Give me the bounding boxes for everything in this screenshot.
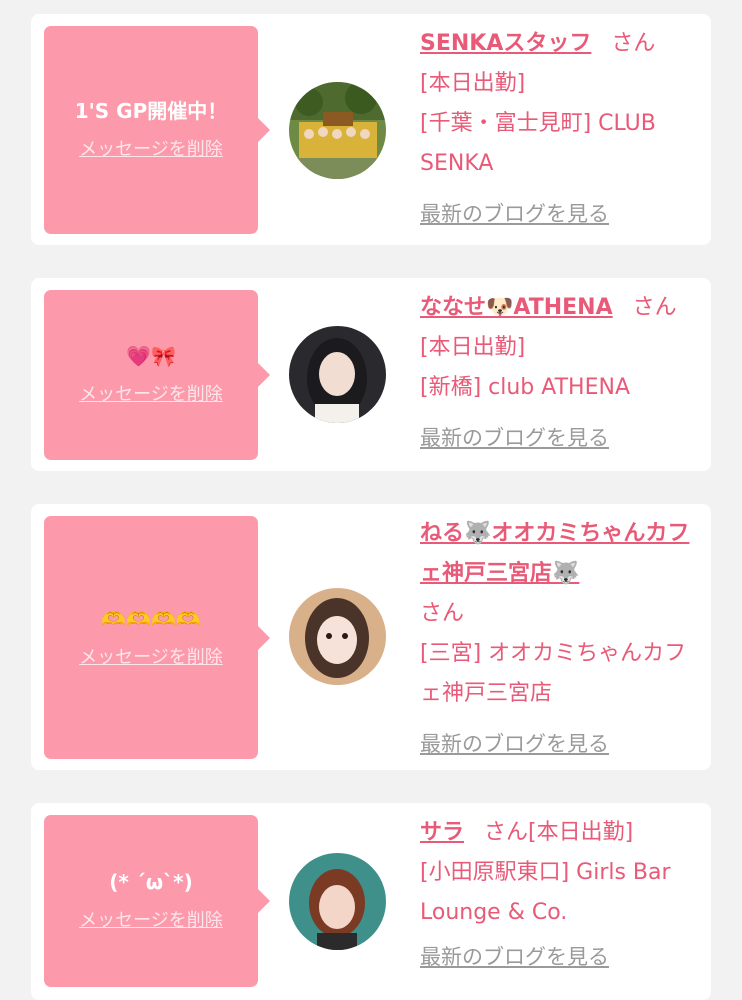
avatar[interactable] [289, 82, 386, 179]
cast-info: ななせ🐶ATHENA さん [本日出勤] [新橋] club ATHENA 最新のブ… [420, 288, 705, 459]
avatar[interactable] [289, 853, 386, 950]
cast-info: SENKAスタッフ さん [本日出勤] [千葉・富士見町] CLUB SENKA … [420, 24, 705, 235]
shop-location: [千葉・富士見町] CLUB SENKA [420, 111, 656, 176]
message-bubble: 💗🎀 メッセージを削除 [44, 290, 270, 460]
attendance-status: [本日出勤] [528, 820, 634, 845]
cast-name-link[interactable]: SENKAスタッフ [420, 31, 591, 56]
message-bubble: 🫶🫶🫶🫶 メッセージを削除 [44, 516, 270, 759]
honorific: さん [632, 295, 677, 320]
attendance-status: [本日出勤] [420, 71, 526, 96]
message-text: 🫶🫶🫶🫶 [101, 606, 201, 631]
attendance-status: [本日出勤] [420, 335, 526, 360]
delete-message-link[interactable]: メッセージを削除 [79, 906, 223, 932]
message-card: 1'S GP開催中！ メッセージを削除 SENKAスタッフ さん [本日出勤] [… [31, 14, 711, 245]
message-bubble: 1'S GP開催中！ メッセージを削除 [44, 26, 270, 234]
avatar[interactable] [289, 588, 386, 685]
profile-photo-avatar-image [289, 326, 386, 423]
latest-blog-link[interactable]: 最新のブログを見る [420, 937, 609, 977]
cast-name-link[interactable]: サラ [420, 820, 464, 845]
latest-blog-link[interactable]: 最新のブログを見る [420, 724, 609, 764]
message-text: (* ´ω`*) [109, 870, 193, 894]
honorific: さん [420, 601, 465, 626]
delete-message-link[interactable]: メッセージを削除 [79, 643, 223, 669]
profile-photo-avatar-image [289, 588, 386, 685]
message-card: 🫶🫶🫶🫶 メッセージを削除 ねる🐺オオカミちゃんカフェ神戸三宮店🐺 さん [三宮… [31, 504, 711, 770]
honorific: さん [484, 820, 529, 845]
latest-blog-link[interactable]: 最新のブログを見る [420, 418, 609, 458]
message-card: 💗🎀 メッセージを削除 ななせ🐶ATHENA さん [本日出勤] [新橋] club… [31, 278, 711, 471]
profile-photo-avatar-image [289, 853, 386, 950]
honorific: さん [611, 31, 656, 56]
cast-name-link[interactable]: ななせ🐶ATHENA [420, 295, 613, 320]
cast-name-link[interactable]: ねる🐺オオカミちゃんカフェ神戸三宮店🐺 [420, 521, 689, 586]
shop-location: [三宮] オオカミちゃんカフェ神戸三宮店 [420, 641, 687, 706]
latest-blog-link[interactable]: 最新のブログを見る [420, 194, 609, 234]
avatar[interactable] [289, 326, 386, 423]
cast-info: サラ さん[本日出勤] [小田原駅東口] Girls Bar Lounge & C… [420, 813, 705, 978]
shop-location: [新橋] club ATHENA [420, 375, 630, 400]
delete-message-link[interactable]: メッセージを削除 [79, 135, 223, 161]
cast-info: ねる🐺オオカミちゃんカフェ神戸三宮店🐺 さん [三宮] オオカミちゃんカフェ神戸… [420, 514, 705, 765]
message-bubble: (* ´ω`*) メッセージを削除 [44, 815, 270, 987]
message-card: (* ´ω`*) メッセージを削除 サラ さん[本日出勤] [小田原駅東口] Gi… [31, 803, 711, 1000]
message-text: 💗🎀 [126, 344, 176, 368]
delete-message-link[interactable]: メッセージを削除 [79, 380, 223, 406]
shop-location: [小田原駅東口] Girls Bar Lounge & Co. [420, 860, 671, 925]
group-photo-avatar-image [289, 82, 386, 179]
message-text: 1'S GP開催中！ [74, 99, 228, 123]
